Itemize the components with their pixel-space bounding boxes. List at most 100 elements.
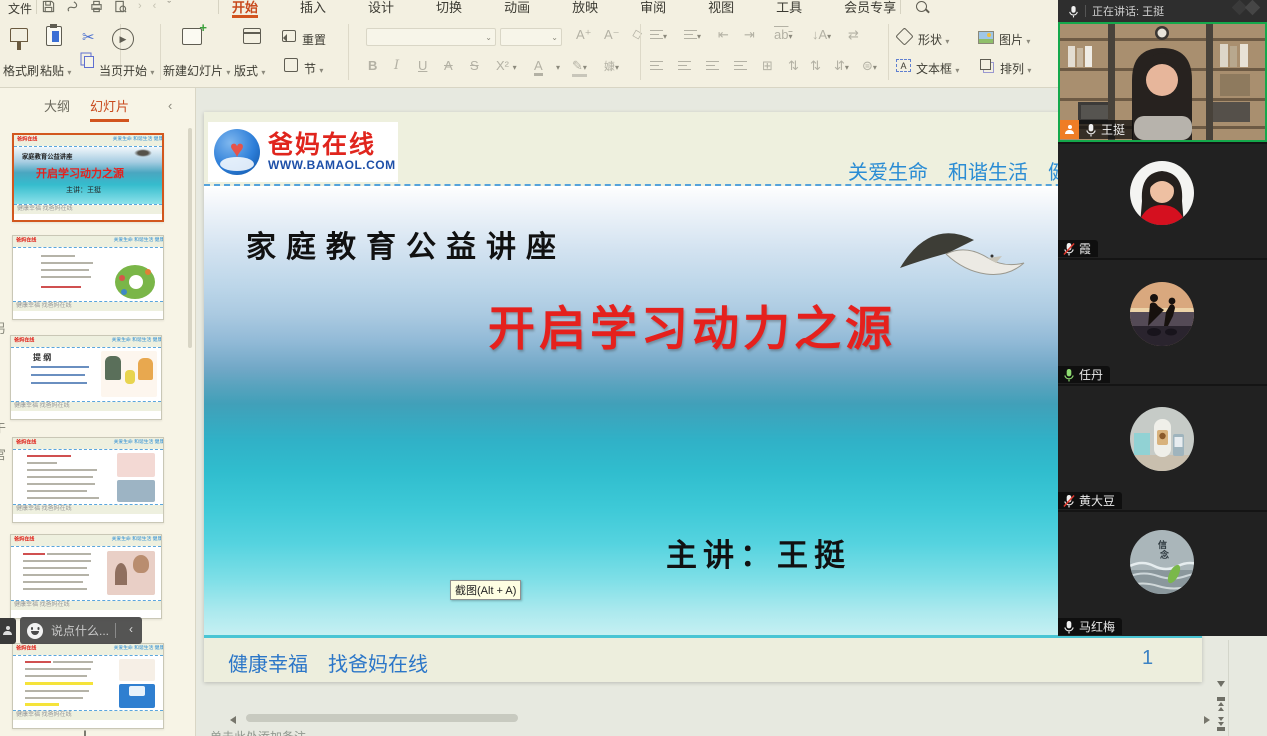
slide-title[interactable]: 开启学习动力之源 xyxy=(488,290,896,359)
collapse-panel-icon[interactable]: ‹ xyxy=(168,98,172,113)
align-center-icon[interactable] xyxy=(678,58,691,73)
font-family-select[interactable]: ⌄ xyxy=(366,28,496,46)
search-icon[interactable] xyxy=(916,1,927,12)
decrease-font-icon[interactable]: A⁻ xyxy=(604,27,620,43)
numbered-list-icon[interactable]: ▾ xyxy=(684,27,701,42)
tab-design[interactable]: 设计 xyxy=(368,0,394,18)
slide-thumbnail-2[interactable]: 爸妈在线关爱生命 和谐生活 健康人生 健康幸福 找爸妈在线 xyxy=(12,235,164,320)
increase-indent-icon[interactable]: ⇥ xyxy=(744,27,755,43)
format-painter-icon[interactable] xyxy=(10,28,28,42)
next-slide-button[interactable] xyxy=(1217,717,1225,731)
slide-subtitle[interactable]: 家庭教育公益讲座 xyxy=(246,222,566,266)
participant-tile-mahongmei[interactable]: 信 念 马红梅 xyxy=(1058,512,1267,636)
chat-input-placeholder[interactable]: 说点什么... xyxy=(51,622,109,639)
format-painter-button[interactable]: 格式刷 xyxy=(3,62,39,79)
horizontal-scrollbar[interactable] xyxy=(240,714,1198,722)
print-preview-icon[interactable] xyxy=(114,0,127,13)
slide-thumbnail-3[interactable]: 爸妈在线关爱生命 和谐生活 健康人生 提 纲 健康幸福 找爸妈在线 xyxy=(10,335,162,420)
participant-tile-xia[interactable]: 霞 xyxy=(1058,144,1267,258)
print-icon[interactable] xyxy=(90,0,103,13)
phonetic-guide-icon[interactable]: 嫝▾ xyxy=(604,58,619,74)
arrange-icon[interactable] xyxy=(980,59,991,70)
tab-slides[interactable]: 幻灯片 xyxy=(90,96,129,122)
layout-button[interactable]: 版式 ▾ xyxy=(234,62,265,79)
distribute-icon[interactable]: ⊞ xyxy=(762,58,773,74)
strikethrough-icon[interactable]: S xyxy=(470,58,479,73)
start-from-page-button[interactable]: 当页开始 ▾ xyxy=(99,62,154,79)
cut-icon[interactable]: ✂ xyxy=(82,28,95,46)
increase-font-icon[interactable]: A⁺ xyxy=(576,27,592,43)
section-button[interactable]: 节 ▾ xyxy=(304,60,323,77)
mic-muted-icon[interactable] xyxy=(1063,494,1075,508)
play-from-page-icon[interactable]: ▶ xyxy=(112,28,134,50)
mic-on-icon[interactable] xyxy=(1063,368,1075,382)
slide-thumbnail-6[interactable]: 爸妈在线关爱生命 和谐生活 健康人生 健康幸福 找爸妈在线 xyxy=(12,643,164,729)
shapes-button[interactable]: 形状 ▾ xyxy=(918,31,949,48)
font-color-arrow[interactable]: ▾ xyxy=(556,58,560,73)
italic-icon[interactable]: I xyxy=(394,58,399,73)
tab-animation[interactable]: 动画 xyxy=(504,0,530,18)
underline-icon[interactable]: U xyxy=(418,58,427,73)
chat-collapse-icon[interactable]: ‹ xyxy=(129,622,133,636)
tab-outline[interactable]: 大纲 xyxy=(44,96,70,115)
text-direction-icon[interactable]: ab▾ xyxy=(774,27,792,42)
decrease-indent-icon[interactable]: ⇤ xyxy=(718,27,729,43)
clear-format-icon[interactable]: ◇ xyxy=(630,25,644,43)
redo-icon[interactable]: › xyxy=(138,0,142,12)
align-left-icon[interactable] xyxy=(650,58,663,73)
section-icon[interactable] xyxy=(284,58,298,72)
tab-insert[interactable]: 插入 xyxy=(300,0,326,18)
superscript-icon[interactable]: X² ▾ xyxy=(496,58,517,73)
slide-presenter[interactable]: 主讲：王挺 xyxy=(666,530,851,575)
arrange-button[interactable]: 排列 ▾ xyxy=(1000,60,1031,77)
hscroll-right-arrow[interactable] xyxy=(1204,716,1214,724)
justify-icon[interactable] xyxy=(734,58,747,73)
slide-thumbnail-4[interactable]: 爸妈在线关爱生命 和谐生活 健康人生 健康幸福 找爸妈在线 xyxy=(12,437,164,523)
picture-icon[interactable] xyxy=(978,31,994,44)
reset-button[interactable]: 重置 xyxy=(302,31,326,48)
tab-tools[interactable]: 工具 xyxy=(776,0,802,18)
font-size-select[interactable]: ⌄ xyxy=(500,28,562,46)
previous-slide-button[interactable] xyxy=(1217,697,1225,711)
copy-icon[interactable] xyxy=(84,56,94,68)
tab-review[interactable]: 审阅 xyxy=(640,0,666,18)
tab-member[interactable]: 会员专享 xyxy=(844,0,896,18)
tab-view[interactable]: 视图 xyxy=(708,0,734,18)
slide-thumbnail-1[interactable]: 爸妈在线关爱生命 和谐生活 健康人生 家庭教育公益讲座 开启学习动力之源 主讲：… xyxy=(12,133,164,222)
line-spacing-icon[interactable]: ⇵▾ xyxy=(834,58,849,74)
undo-icon[interactable]: ‹ xyxy=(153,0,157,12)
reset-icon[interactable] xyxy=(282,30,296,42)
paste-icon[interactable] xyxy=(46,26,62,46)
convert-smartart-icon[interactable]: ⇄ xyxy=(848,27,859,43)
tab-slideshow[interactable]: 放映 xyxy=(572,0,598,18)
tab-home[interactable]: 开始 xyxy=(232,0,258,18)
hscroll-thumb[interactable] xyxy=(246,714,518,722)
save-icon[interactable] xyxy=(42,0,55,13)
picture-button[interactable]: 图片 ▾ xyxy=(999,31,1030,48)
new-slide-icon[interactable] xyxy=(182,28,202,45)
new-slide-button[interactable]: 新建幻灯片 ▾ xyxy=(163,62,230,79)
video-tile-wangting[interactable]: 王挺 xyxy=(1058,22,1267,142)
paste-button[interactable]: 粘贴 ▾ xyxy=(40,62,71,79)
scroll-down-icon[interactable] xyxy=(1217,681,1225,691)
chat-bar[interactable]: 说点什么... ‹ xyxy=(20,617,142,644)
shapes-icon[interactable] xyxy=(898,30,911,43)
slide-canvas[interactable]: ♥ 爸妈在线 WWW.BAMAOL.COM 关爱生命 和谐生活 健康人生 家庭教… xyxy=(204,112,1202,682)
mic-on-icon[interactable] xyxy=(1085,123,1097,137)
hscroll-left-arrow[interactable] xyxy=(226,716,236,724)
bullet-list-icon[interactable]: ▾ xyxy=(650,27,667,42)
strike-icon[interactable]: A xyxy=(444,58,453,73)
mic-on-icon[interactable] xyxy=(1063,620,1075,634)
export-icon[interactable] xyxy=(66,0,79,13)
customize-toolbar-icon[interactable]: ˇ xyxy=(167,0,171,12)
tab-transition[interactable]: 切换 xyxy=(436,0,462,18)
textbox-button[interactable]: 文本框 ▾ xyxy=(916,60,959,77)
bold-icon[interactable]: B xyxy=(368,58,377,73)
text-fit-icon[interactable]: ⊜▾ xyxy=(862,58,877,74)
font-color-icon[interactable]: A xyxy=(534,58,543,76)
layout-icon[interactable] xyxy=(243,28,261,44)
emoji-icon[interactable] xyxy=(27,623,43,639)
column-spacing-icon[interactable]: ⇅ xyxy=(810,58,821,74)
highlight-icon[interactable]: ✎▾ xyxy=(572,58,587,77)
participant-tile-huangdadou[interactable]: 黄大豆 xyxy=(1058,386,1267,510)
